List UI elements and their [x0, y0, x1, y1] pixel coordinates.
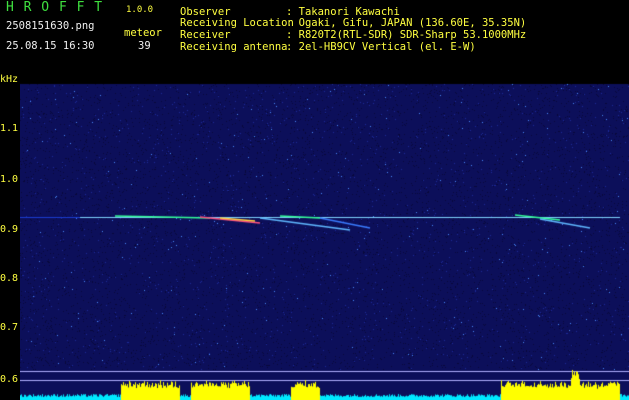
file-datetime: 25.08.15 16:30: [6, 40, 95, 52]
waterfall-spectrogram: [20, 78, 629, 400]
file-name: 2508151630.png: [6, 20, 95, 32]
y-tick-label: 0.6: [0, 374, 19, 385]
y-tick-label: 0.8: [0, 273, 19, 284]
header-panel: H R O F F T 1.0.0 2508151630.png 25.08.1…: [0, 0, 629, 78]
y-tick-label: 1.1: [0, 123, 19, 134]
antenna-value: : 2el-HB9CV Vertical (el. E-W): [286, 41, 476, 53]
receiver-key: Receiver: [180, 29, 231, 41]
location-key: Receiving Location: [180, 17, 294, 29]
location-value: : Ogaki, Gifu, JAPAN (136.60E, 35.35N): [286, 17, 527, 29]
meteor-label: meteor: [124, 27, 162, 39]
app-title: H R O F F T: [6, 0, 104, 15]
receiver-value: : R820T2(RTL-SDR) SDR-Sharp 53.1000MHz: [286, 29, 527, 41]
app-version: 1.0.0: [126, 5, 154, 15]
y-tick-label: 0.9: [0, 224, 19, 235]
antenna-key: Receiving antenna: [180, 41, 288, 53]
y-tick-label: 1.0: [0, 174, 19, 185]
y-axis-unit: kHz: [0, 74, 19, 85]
y-tick-label: 0.7: [0, 322, 19, 333]
meteor-count: 39: [138, 40, 151, 52]
